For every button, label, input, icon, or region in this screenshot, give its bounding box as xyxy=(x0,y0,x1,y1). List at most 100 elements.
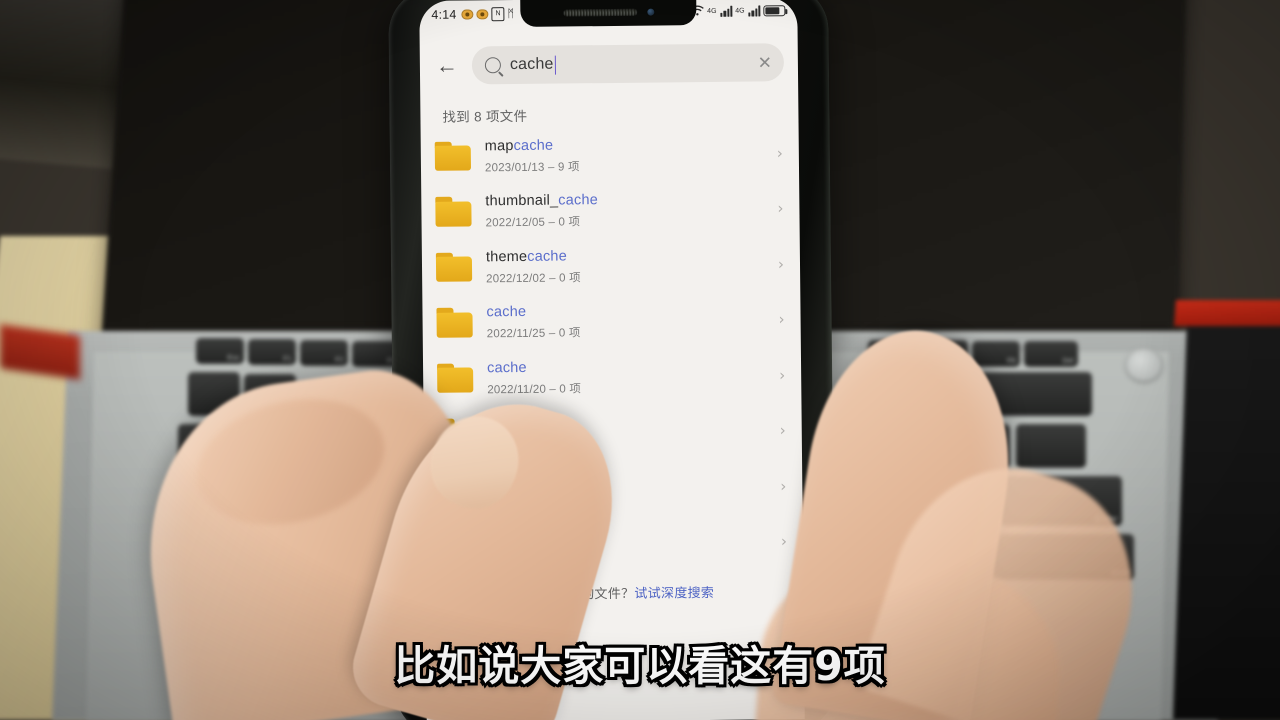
key-f1: F1 xyxy=(248,339,296,365)
phone-notch xyxy=(520,0,697,27)
row-text: themecache 2022/12/02 – 0 项 xyxy=(486,245,772,286)
search-results-list[interactable]: mapcache 2023/01/13 – 9 项 › thumbnail_cache… xyxy=(421,125,805,720)
table-row[interactable]: mapcache 2023/01/13 – 9 项 › xyxy=(421,125,800,184)
search-input-value: cache xyxy=(509,55,557,75)
search-query-text: cache xyxy=(509,55,554,74)
file-name-match: cache xyxy=(530,525,570,543)
smartphone-device: 4:14 N ᛗ 4G 4G ← cache ✕ 找到 8 项文件 mapcac… xyxy=(388,0,836,720)
chevron-right-icon: › xyxy=(778,310,785,329)
results-count-label: 找到 8 项文件 xyxy=(442,108,528,125)
file-name: cache xyxy=(488,467,774,489)
key-label: F1 xyxy=(283,356,292,363)
key-backslash xyxy=(1016,424,1086,468)
table-row[interactable]: cache 2022/11/16 – 1 项 › xyxy=(424,458,803,517)
key-1 xyxy=(244,374,296,418)
key-bracket-right xyxy=(954,424,1010,468)
table-row[interactable]: cache 2022/11/20 – 0 项 › xyxy=(423,403,802,462)
search-input[interactable]: cache ✕ xyxy=(471,43,785,85)
key-shift-right: Shift xyxy=(990,534,1134,580)
chevron-right-icon: › xyxy=(776,143,783,163)
deep-search-link[interactable]: 试试深度搜索 xyxy=(634,585,714,601)
file-name-match: cache xyxy=(486,304,527,321)
bluetooth-icon: ᛗ xyxy=(507,7,515,20)
status-bar-right: 4G 4G xyxy=(690,4,786,19)
row-text: themecache 2022/09/10 – 0 项 xyxy=(489,523,775,564)
key-esc: Esc xyxy=(196,338,244,364)
file-name: cache xyxy=(487,356,773,378)
file-name: mapcache xyxy=(485,134,771,156)
folder-icon xyxy=(434,141,473,172)
chevron-right-icon: › xyxy=(777,254,785,274)
signal-4g-sim1-icon xyxy=(720,5,733,17)
key-label: Shift xyxy=(1110,568,1130,578)
file-name-match: cache xyxy=(527,248,568,265)
folder-icon xyxy=(438,529,477,560)
file-meta: 2022/11/20 – 0 项 xyxy=(487,382,582,396)
file-name: themecache xyxy=(489,523,775,545)
key-label: P xyxy=(875,456,882,466)
key-equals xyxy=(914,372,970,416)
folder-icon xyxy=(435,252,474,283)
row-text: mapcache 2023/01/13 – 9 项 xyxy=(485,134,771,175)
video-caption: 比如说大家可以看这有9项 xyxy=(392,640,888,693)
chevron-right-icon: › xyxy=(780,476,787,495)
battery-icon xyxy=(763,5,786,17)
key-bracket-left xyxy=(892,424,948,468)
row-text: cache 2022/11/25 – 0 项 xyxy=(486,301,772,342)
key-label: F4 xyxy=(903,357,912,364)
file-name-prefix: map xyxy=(484,137,514,155)
back-button[interactable]: ← xyxy=(428,47,466,85)
key-f4: F4 xyxy=(868,340,916,366)
key-f2: F2 xyxy=(300,340,348,366)
status-bar-left: 4:14 N ᛗ xyxy=(431,6,515,22)
file-meta: 2022/11/20 – 0 项 xyxy=(487,438,582,452)
key-backspace xyxy=(976,372,1092,416)
table-row[interactable]: cache 2022/11/20 – 0 项 › xyxy=(423,347,802,406)
folder-icon xyxy=(436,307,474,338)
mousepad-red-edge xyxy=(1174,300,1280,326)
folder-icon xyxy=(437,363,475,394)
key-capslock xyxy=(170,476,254,520)
file-name: thumbnail_cache xyxy=(485,190,771,212)
key-label: Del xyxy=(1062,358,1074,365)
front-camera-icon xyxy=(646,8,654,16)
row-text: cache 2022/11/20 – 0 项 xyxy=(488,412,774,453)
key-f6: F6 xyxy=(972,341,1020,367)
phone-screen: 4:14 N ᛗ 4G 4G ← cache ✕ 找到 8 项文件 mapcac… xyxy=(419,0,805,720)
key-enter: Enter xyxy=(1000,476,1122,526)
chevron-right-icon: › xyxy=(777,199,784,218)
text-cursor xyxy=(554,55,557,75)
search-icon xyxy=(484,57,501,74)
file-name-prefix: thumbnail_ xyxy=(485,192,559,210)
table-row[interactable]: cache 2022/11/25 – 0 项 › xyxy=(422,292,801,351)
nfc-icon: N xyxy=(491,6,505,21)
clear-search-button[interactable]: ✕ xyxy=(750,53,772,72)
chevron-right-icon: › xyxy=(780,532,788,551)
status-time: 4:14 xyxy=(431,7,457,22)
deep-search-footer: 没找到想要的文件？试试深度搜索 xyxy=(425,581,803,604)
table-row[interactable]: themecache 2022/12/02 – 0 项 › xyxy=(422,236,801,295)
table-row[interactable]: themecache 2022/09/10 – 0 项 › xyxy=(425,514,804,573)
file-name-prefix: theme xyxy=(485,248,528,266)
file-name: themecache xyxy=(486,245,772,267)
key-del: Del xyxy=(1024,341,1078,367)
key-label: F5 xyxy=(955,357,964,364)
row-text: cache 2022/11/20 – 0 项 xyxy=(487,356,773,397)
file-meta: 2022/12/02 – 0 项 xyxy=(486,271,581,285)
file-meta: 2022/09/10 – 0 项 xyxy=(488,549,584,563)
key-minus xyxy=(852,372,908,416)
file-name-match: cache xyxy=(558,192,599,209)
file-meta: 2023/01/13 – 9 项 xyxy=(484,161,580,174)
laptop-power-button xyxy=(1125,348,1163,382)
file-meta: 2022/11/25 – 0 项 xyxy=(486,327,581,341)
table-row[interactable]: thumbnail_cache 2022/12/05 – 0 项 › xyxy=(421,181,800,240)
eye-icon xyxy=(461,8,474,20)
folder-icon xyxy=(438,474,476,505)
file-meta: 2022/12/05 – 0 项 xyxy=(485,216,581,230)
key-label: F2 xyxy=(335,357,344,364)
chevron-right-icon: › xyxy=(779,421,786,440)
row-text: cache 2022/11/16 – 1 项 xyxy=(488,467,774,508)
key-tab: Tab xyxy=(178,424,248,468)
key-label: Tab xyxy=(228,456,244,466)
chevron-right-icon: › xyxy=(779,365,786,384)
